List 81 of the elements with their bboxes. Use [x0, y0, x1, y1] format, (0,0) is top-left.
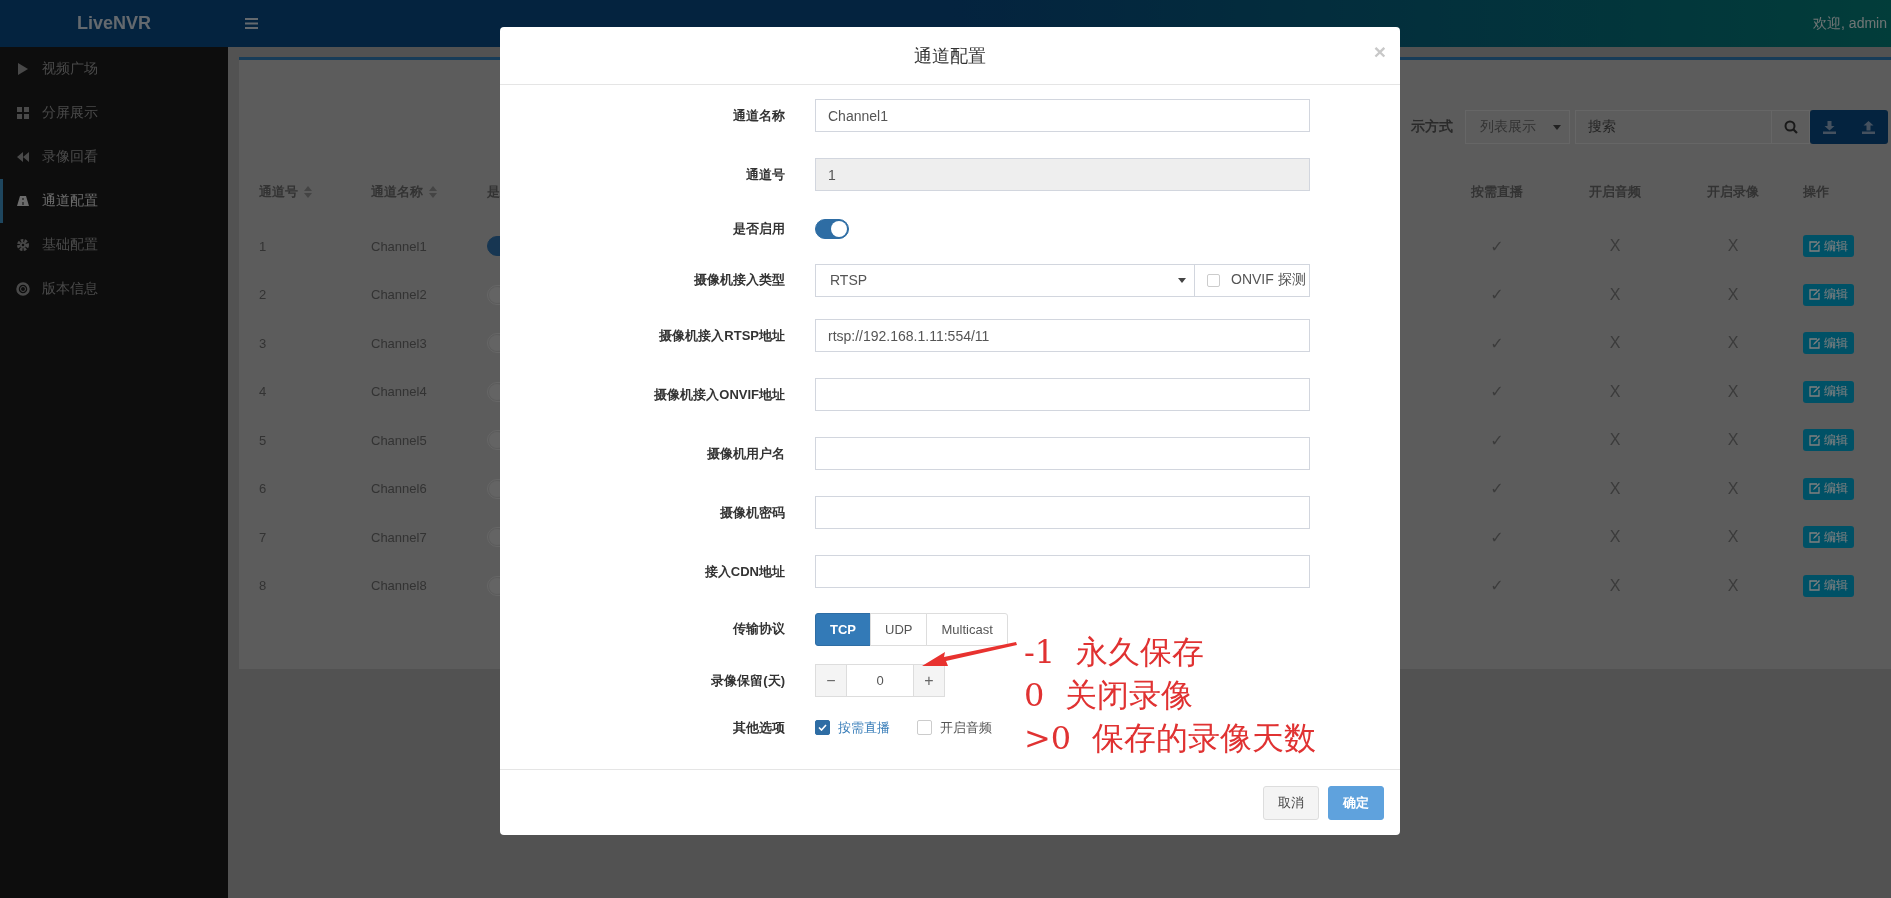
field-label: 其他选项	[733, 718, 785, 737]
option-checkbox[interactable]: 按需直播	[815, 718, 890, 737]
option-checkbox[interactable]: 开启音频	[917, 718, 992, 737]
table-cell: ✓	[1490, 430, 1504, 450]
play-icon	[16, 62, 30, 76]
confirm-button[interactable]: 确定	[1328, 785, 1384, 820]
field-label: 摄像机接入类型	[694, 271, 785, 289]
edit-button[interactable]: 编辑	[1803, 526, 1854, 549]
table-cell: ✓	[1490, 479, 1504, 499]
edit-icon	[1809, 240, 1820, 252]
edit-button[interactable]: 编辑	[1803, 380, 1854, 403]
edit-icon	[1809, 289, 1820, 301]
edit-icon	[1809, 337, 1820, 349]
field-label: 摄像机接入RTSP地址	[659, 326, 785, 345]
grid-icon	[16, 106, 30, 120]
edit-button[interactable]: 编辑	[1803, 283, 1854, 306]
edit-button[interactable]: 编辑	[1803, 477, 1854, 500]
field-label: 接入CDN地址	[704, 562, 785, 581]
sidebar-item[interactable]: 视频广场	[0, 47, 228, 91]
app-logo: LiveNVR	[77, 13, 151, 34]
edit-button[interactable]: 编辑	[1803, 574, 1854, 597]
caret-icon	[1553, 124, 1561, 130]
field-label: 摄像机接入ONVIF地址	[654, 385, 785, 404]
caret-icon	[1178, 277, 1186, 283]
table-cell: ✓	[1490, 333, 1504, 353]
menu-icon[interactable]	[245, 18, 258, 29]
input-field: 1	[815, 158, 1310, 191]
input-field[interactable]: Channel1	[815, 99, 1310, 132]
table-cell: ✓	[1490, 382, 1504, 402]
edit-button[interactable]: 编辑	[1803, 429, 1854, 452]
decrement-button[interactable]: −	[815, 664, 847, 697]
edit-icon	[1809, 434, 1820, 446]
input-field[interactable]	[815, 437, 1310, 470]
table-cell: ✓	[1490, 285, 1504, 305]
edit-button[interactable]: 编辑	[1803, 332, 1854, 355]
road-icon	[16, 194, 30, 208]
field-label: 通道号	[746, 165, 785, 184]
field-label: 通道名称	[733, 106, 785, 125]
search-button[interactable]	[1772, 110, 1810, 144]
table-cell: ✓	[1490, 527, 1504, 547]
cancel-button[interactable]: 取消	[1263, 785, 1319, 820]
close-button[interactable]: ×	[1373, 41, 1386, 62]
upload-icon	[1862, 120, 1875, 134]
download-button[interactable]	[1810, 110, 1849, 144]
input-field[interactable]	[815, 555, 1310, 588]
table-cell: ✓	[1490, 576, 1504, 596]
protocol-option[interactable]: UDP	[870, 612, 928, 646]
input-field[interactable]: rtsp://192.168.1.11:554/11	[815, 319, 1310, 352]
field-label: 摄像机密码	[720, 503, 785, 522]
welcome-text: 欢迎, admin	[1813, 14, 1887, 33]
field-label: 是否启用	[733, 220, 785, 238]
field-label: 录像保留(天)	[711, 671, 785, 690]
edit-icon	[1809, 386, 1820, 398]
field-label: 传输协议	[733, 620, 785, 638]
edit-icon	[1809, 580, 1820, 592]
input-field[interactable]	[815, 378, 1310, 411]
select-field[interactable]: RTSP	[815, 263, 1195, 297]
protocol-option[interactable]: Multicast	[926, 612, 1008, 646]
gear-icon	[16, 238, 30, 252]
onvif-checkbox[interactable]: ONVIF 探测	[1195, 263, 1310, 297]
dialog-title: 通道配置	[914, 44, 986, 68]
upload-button[interactable]	[1849, 110, 1888, 144]
input-field[interactable]	[815, 496, 1310, 529]
rewind-icon	[16, 150, 30, 164]
edit-button[interactable]: 编辑	[1803, 235, 1854, 258]
sidebar-item[interactable]: 版本信息	[0, 267, 228, 311]
search-field[interactable]: 搜索	[1575, 110, 1772, 144]
download-icon	[1823, 120, 1836, 134]
increment-button[interactable]: +	[913, 664, 945, 697]
edit-icon	[1809, 483, 1820, 495]
annotation-text: -1 永久保存 0 关闭录像 >0 保存的录像天数	[1024, 632, 1316, 759]
check-icon	[818, 724, 827, 731]
table-cell: ✓	[1490, 236, 1504, 256]
protocol-option[interactable]: TCP	[815, 612, 871, 646]
sidebar-item[interactable]: 基础配置	[0, 223, 228, 267]
edit-icon	[1809, 531, 1820, 543]
toggle-switch[interactable]	[815, 219, 849, 239]
lifebuoy-icon	[16, 282, 30, 296]
field-label: 摄像机用户名	[707, 444, 785, 463]
sidebar-item[interactable]: 分屏展示	[0, 91, 228, 135]
search-icon	[1783, 120, 1798, 134]
